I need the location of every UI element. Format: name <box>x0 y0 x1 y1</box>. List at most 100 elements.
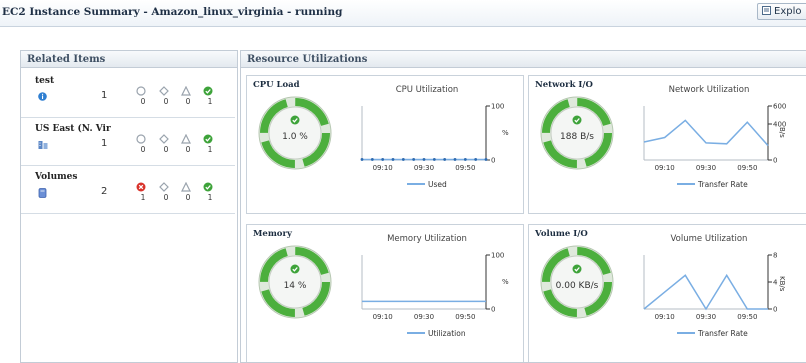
series-line <box>643 273 768 311</box>
warning-count: 0 <box>185 97 191 106</box>
explore-icon <box>762 6 771 15</box>
series-line <box>643 119 769 147</box>
x-tick-label: 09:50 <box>455 164 475 172</box>
warning-stat: 0 <box>181 182 195 202</box>
cpu-load-panel[interactable]: CPU Load 1.0 % CPU Utilization 100 0% 09:10 09… <box>246 75 524 214</box>
metric-label: Memory <box>253 229 292 239</box>
data-point <box>453 158 457 161</box>
y-tick-label: 100 <box>491 103 504 111</box>
critical-stat: 1 <box>136 182 150 202</box>
major-stat: 0 <box>159 86 173 106</box>
gauge-value: 188 B/s <box>560 132 594 142</box>
x-tick-label: 09:30 <box>696 313 716 321</box>
related-items-panel: Related Items test 1 0 0 0 1 US East (N.… <box>20 50 238 363</box>
major-count: 0 <box>163 97 169 106</box>
critical-count: 1 <box>140 193 146 202</box>
y-tick-label: 600 <box>773 103 786 111</box>
critical-icon <box>136 86 146 96</box>
related-item-volumes[interactable]: Volumes 2 1 0 0 1 <box>21 166 235 214</box>
critical-icon <box>136 134 146 144</box>
related-item-name: Volumes <box>35 172 78 182</box>
legend-swatch <box>677 332 695 334</box>
page-header: EC2 Instance Summary - Amazon_linux_virg… <box>0 0 806 27</box>
major-stat: 0 <box>159 134 173 154</box>
metric-label: Network I/O <box>535 80 593 90</box>
chart-legend: Used <box>407 180 447 189</box>
legend-swatch <box>407 332 425 334</box>
volume-io-panel[interactable]: Volume I/O 0.00 KB/s Volume Utilization 8 4 0… <box>528 224 806 362</box>
x-tick-label: 09:50 <box>737 164 757 172</box>
data-point <box>443 158 447 161</box>
major-icon <box>159 86 169 96</box>
explore-button[interactable]: Explo <box>757 3 806 20</box>
x-tick-label: 09:10 <box>655 164 675 172</box>
data-point <box>484 158 488 161</box>
x-tick-label: 09:50 <box>455 313 475 321</box>
normal-stat: 1 <box>203 86 217 106</box>
metric-label: CPU Load <box>253 80 300 90</box>
y-unit-label: B/s <box>778 127 786 138</box>
data-point <box>412 158 416 161</box>
warning-stat: 0 <box>181 86 195 106</box>
data-point <box>432 158 436 161</box>
data-point <box>381 158 385 161</box>
warning-icon <box>181 182 191 192</box>
x-tick-label: 09:50 <box>737 313 757 321</box>
critical-count: 0 <box>140 97 146 106</box>
warning-count: 0 <box>185 145 191 154</box>
chart-title: CPU Utilization <box>395 85 459 95</box>
major-stat: 0 <box>159 182 173 202</box>
data-point <box>401 158 405 161</box>
y-tick-label: 0 <box>773 306 777 314</box>
volume-icon <box>38 188 47 198</box>
chart-title: Volume Utilization <box>670 234 748 244</box>
info-icon <box>38 92 47 101</box>
status-ok-icon <box>290 264 300 274</box>
network-io-panel[interactable]: Network I/O 188 B/s Network Utilization 600… <box>528 75 806 214</box>
check-icon <box>203 134 213 144</box>
normal-stat: 1 <box>203 134 217 154</box>
warning-icon <box>181 86 191 96</box>
memory-panel[interactable]: Memory 14 % Memory Utilization 100 0% 09:10 09… <box>246 224 524 362</box>
check-icon <box>203 182 213 192</box>
page-title: EC2 Instance Summary - Amazon_linux_virg… <box>2 6 343 18</box>
related-item-count: 1 <box>101 138 108 149</box>
data-point <box>463 158 467 161</box>
y-tick-label: 100 <box>491 252 504 260</box>
data-point <box>370 158 374 161</box>
data-point <box>474 158 478 161</box>
normal-count: 1 <box>207 145 213 154</box>
data-point <box>391 158 395 161</box>
x-tick-label: 09:10 <box>655 313 675 321</box>
legend-label: Transfer Rate <box>698 180 748 189</box>
legend-label: Transfer Rate <box>698 329 748 338</box>
critical-stat: 0 <box>136 86 150 106</box>
region-icon <box>38 141 48 149</box>
warning-stat: 0 <box>181 134 195 154</box>
related-item-test[interactable]: test 1 0 0 0 1 <box>21 70 235 118</box>
chart-title: Memory Utilization <box>387 234 467 244</box>
explore-button-label: Explo <box>774 6 802 17</box>
chart-title: Network Utilization <box>668 85 750 95</box>
x-tick-label: 09:30 <box>696 164 716 172</box>
normal-count: 1 <box>207 97 213 106</box>
related-item-region[interactable]: US East (N. Vir 1 0 0 0 1 <box>21 118 235 166</box>
critical-stat: 0 <box>136 134 150 154</box>
major-count: 0 <box>163 193 169 202</box>
gauge-value: 0.00 KB/s <box>555 281 599 291</box>
major-icon <box>159 134 169 144</box>
legend-swatch <box>407 183 425 185</box>
related-items-title: Related Items <box>21 51 237 68</box>
metric-label: Volume I/O <box>535 229 588 239</box>
gauge-value: 14 % <box>283 281 307 291</box>
y-tick-label: 0 <box>491 306 495 314</box>
normal-count: 1 <box>207 193 213 202</box>
related-item-name: US East (N. Vir <box>35 124 111 134</box>
major-icon <box>159 182 169 192</box>
check-icon <box>203 86 213 96</box>
y-tick-label: 8 <box>773 252 777 260</box>
x-tick-label: 09:10 <box>373 313 393 321</box>
critical-count: 0 <box>140 145 146 154</box>
x-tick-label: 09:30 <box>414 164 434 172</box>
gauge-value: 1.0 % <box>282 132 308 142</box>
